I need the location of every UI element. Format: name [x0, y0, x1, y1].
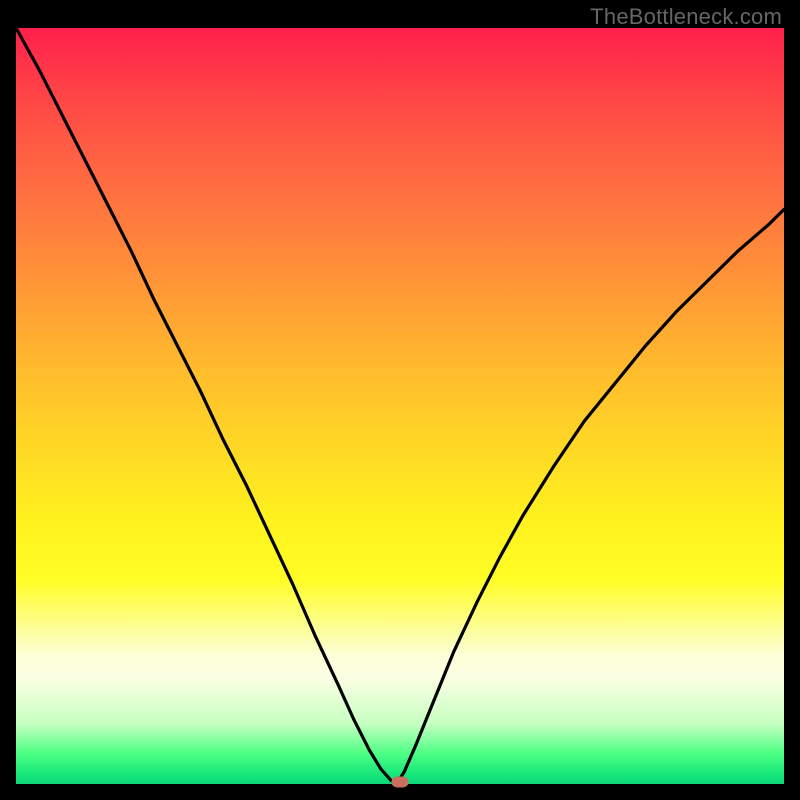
bottleneck-curve — [16, 28, 784, 784]
watermark-text: TheBottleneck.com — [590, 4, 782, 30]
optimal-point-marker — [392, 777, 409, 788]
plot-area — [16, 28, 784, 784]
chart-frame: TheBottleneck.com — [0, 0, 800, 800]
